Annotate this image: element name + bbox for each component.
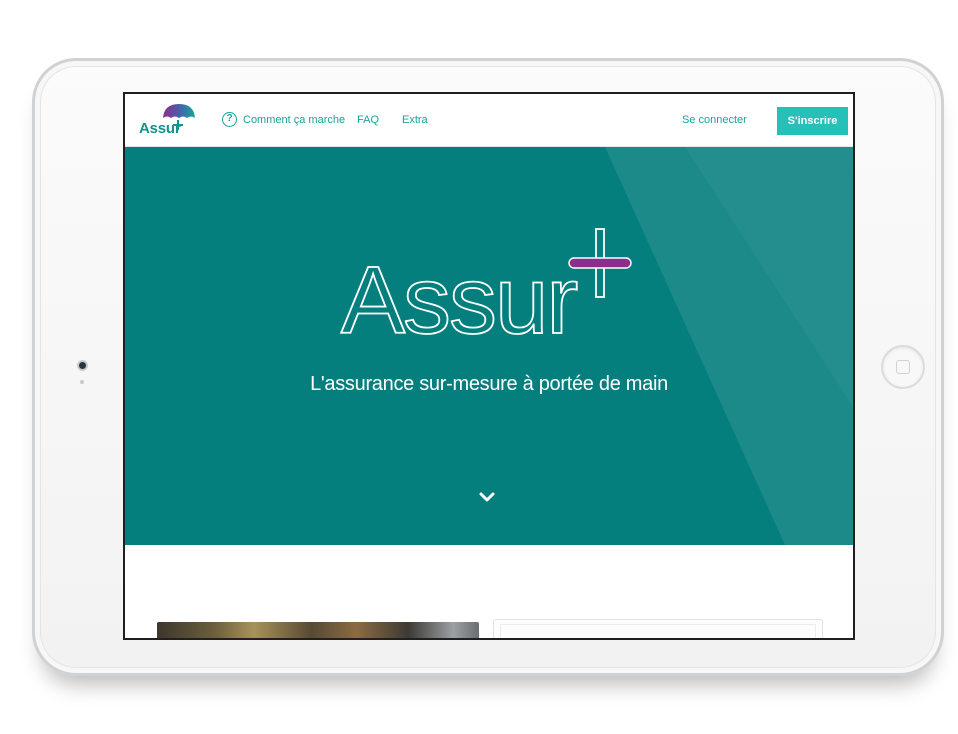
hero-banner: Assur L'assurance sur-mesure à portée de… xyxy=(125,147,853,545)
chevron-down-icon[interactable] xyxy=(477,491,497,505)
top-navbar: Assur ? Comment ça marche FAQ Extra Se c… xyxy=(125,94,853,147)
hero-light-shape xyxy=(605,147,853,545)
hero-brand-logo: Assur xyxy=(340,228,632,337)
feature-card-photo xyxy=(157,622,479,638)
feature-card xyxy=(493,619,823,638)
home-button[interactable] xyxy=(881,345,925,389)
feature-card-inner xyxy=(500,624,816,638)
question-circle-icon: ? xyxy=(222,112,237,127)
logo-wordmark: Assur xyxy=(139,120,181,137)
nav-link-faq[interactable]: FAQ xyxy=(357,114,379,126)
tablet-mockup: Assur ? Comment ça marche FAQ Extra Se c… xyxy=(0,0,958,734)
front-camera xyxy=(77,360,88,371)
signup-button[interactable]: S'inscrire xyxy=(777,107,848,135)
nav-link-how-it-works[interactable]: Comment ça marche xyxy=(243,114,345,126)
login-link[interactable]: Se connecter xyxy=(682,114,747,126)
hero-brand-wordmark: Assur xyxy=(341,247,577,337)
nav-link-extra[interactable]: Extra xyxy=(402,114,428,126)
tablet-screen: Assur ? Comment ça marche FAQ Extra Se c… xyxy=(123,92,855,640)
content-section xyxy=(125,545,853,638)
hero-tagline: L'assurance sur-mesure à portée de main xyxy=(310,373,668,395)
home-button-icon xyxy=(896,360,910,374)
light-sensor xyxy=(80,380,84,384)
plus-horizontal-stroke xyxy=(568,257,632,269)
brand-logo[interactable]: Assur xyxy=(137,102,197,140)
